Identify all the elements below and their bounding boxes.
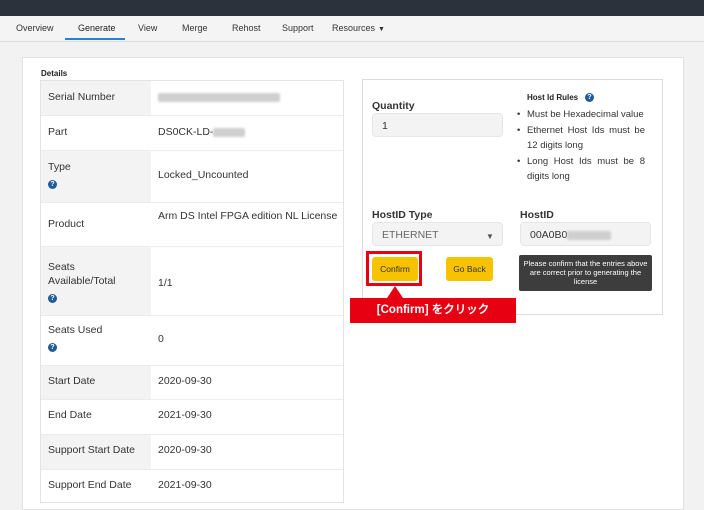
- host-id-rules-list: Must be Hexadecimal value Ethernet Host …: [517, 107, 645, 185]
- redacted-block: [158, 92, 280, 102]
- table-row: Product Arm DS Intel FPGA edition NL Lic…: [41, 203, 343, 246]
- row-value: Locked_Uncounted: [158, 169, 249, 181]
- caret-down-icon: ▼: [378, 26, 385, 33]
- hostid-type-select[interactable]: ETHERNET: [372, 222, 503, 246]
- table-row: Type ? Locked_Uncounted: [41, 151, 343, 202]
- active-tab-indicator: [65, 38, 125, 40]
- table-row: Start Date 2020-09-30: [41, 366, 343, 399]
- quantity-label: Quantity: [372, 100, 415, 112]
- row-value: 0: [158, 333, 164, 345]
- table-row: End Date 2021-09-30: [41, 400, 343, 434]
- table-row: Support Start Date 2020-09-30: [41, 435, 343, 469]
- callout-pointer: [387, 286, 403, 298]
- tab-generate[interactable]: Generate: [78, 23, 116, 33]
- table-row: Part DS0CK-LD-: [41, 116, 343, 150]
- tab-support[interactable]: Support: [282, 23, 314, 33]
- table-row: Seats Used ? 0: [41, 316, 343, 365]
- row-label-text: Type: [48, 161, 71, 173]
- go-back-button[interactable]: Go Back: [446, 257, 493, 281]
- details-heading: Details: [41, 69, 68, 78]
- row-value: 2020-09-30: [158, 444, 212, 456]
- redacted-block: [213, 127, 246, 137]
- row-value: 2020-09-30: [158, 375, 212, 387]
- chevron-down-icon: ▼: [486, 232, 494, 241]
- row-value: DS0CK-LD-: [158, 126, 214, 138]
- quantity-input[interactable]: 1: [372, 113, 503, 137]
- row-label: Type ?: [41, 151, 151, 202]
- hostid-value: 00A0B0: [530, 229, 568, 241]
- tab-overview[interactable]: Overview: [16, 23, 54, 33]
- row-label: Seats Available/Total ?: [41, 247, 151, 315]
- list-item: Must be Hexadecimal value: [517, 107, 645, 123]
- details-table: Serial Number Part DS0CK-LD- Type ? Lock…: [40, 80, 344, 503]
- row-label: Seats Used ?: [41, 316, 151, 365]
- table-row: Serial Number: [41, 81, 343, 115]
- row-label: Start Date: [41, 366, 151, 399]
- tab-resources-label: Resources: [332, 23, 376, 33]
- table-row: Seats Available/Total ? 1/1: [41, 247, 343, 315]
- callout-label: [Confirm] をクリック: [350, 298, 516, 323]
- row-label: Part: [48, 126, 68, 138]
- row-value: 2021-09-30: [158, 479, 212, 491]
- row-label-text: Seats Available/Total: [48, 261, 116, 287]
- help-circle-icon[interactable]: ?: [48, 180, 57, 189]
- serial-number-value: [158, 90, 342, 104]
- row-label: Product: [48, 218, 85, 230]
- help-circle-icon[interactable]: ?: [585, 93, 594, 102]
- host-id-rules-title: Host Id Rules: [527, 93, 579, 102]
- row-value: 2021-09-30: [158, 409, 212, 421]
- hostid-type-label: HostID Type: [372, 209, 433, 221]
- help-circle-icon[interactable]: ?: [48, 343, 57, 352]
- part-value: DS0CK-LD-: [158, 125, 342, 139]
- confirm-tooltip: Please confirm that the entries above ar…: [519, 255, 652, 291]
- row-label: Support Start Date: [41, 435, 151, 469]
- row-label: Support End Date: [48, 479, 132, 491]
- confirm-highlight-box: [366, 251, 422, 286]
- tab-rehost[interactable]: Rehost: [232, 23, 261, 33]
- row-value: Arm DS Intel FPGA edition NL License: [158, 210, 338, 222]
- tab-merge[interactable]: Merge: [182, 23, 208, 33]
- top-bar: [0, 0, 704, 16]
- row-label: End Date: [48, 409, 92, 421]
- tab-resources[interactable]: Resources ▼: [332, 23, 385, 33]
- list-item: Long Host Ids must be 8 digits long: [517, 154, 645, 185]
- tab-view[interactable]: View: [138, 23, 157, 33]
- hostid-input[interactable]: 00A0B0: [520, 222, 651, 246]
- row-label-text: Seats Used: [48, 324, 103, 336]
- redacted-block: [567, 230, 612, 240]
- help-circle-icon[interactable]: ?: [48, 294, 57, 303]
- table-row: Support End Date 2021-09-30: [41, 470, 343, 502]
- row-label: Serial Number: [41, 81, 151, 115]
- list-item: Ethernet Host Ids must be 12 digits long: [517, 123, 645, 154]
- row-value: 1/1: [158, 277, 173, 289]
- hostid-label: HostID: [520, 209, 554, 221]
